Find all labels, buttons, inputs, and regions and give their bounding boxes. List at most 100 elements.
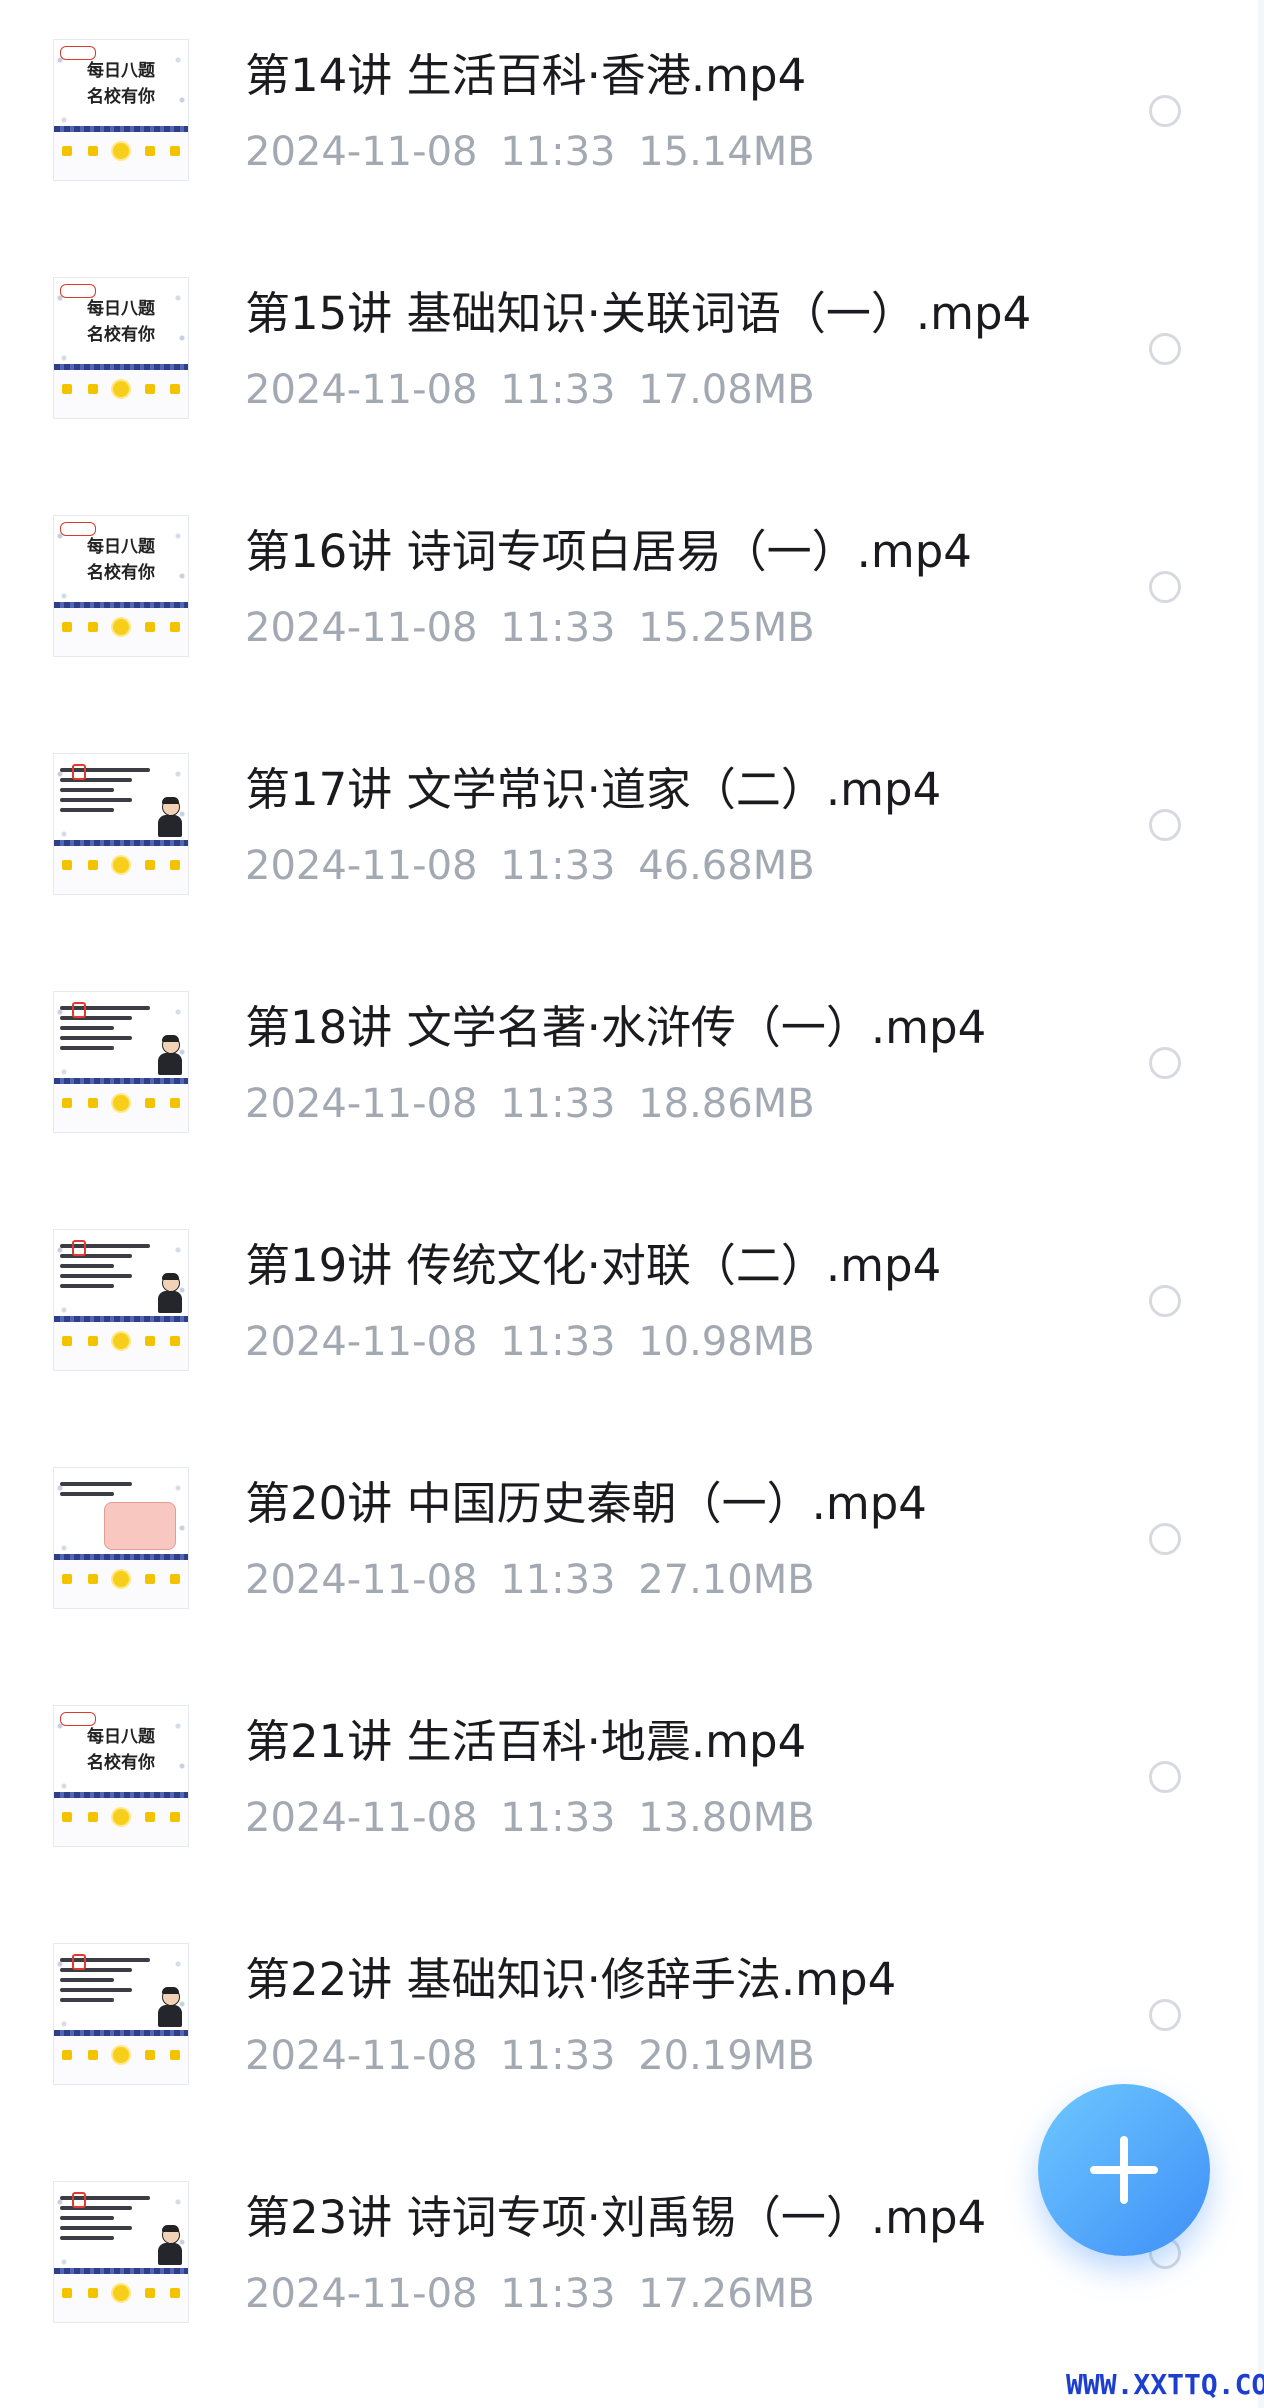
file-name: 第17讲 文学常识·道家（二）.mp4 (245, 763, 942, 816)
file-size: 18.86MB (638, 1081, 815, 1127)
file-time: 11:33 (500, 367, 616, 413)
file-time: 11:33 (500, 843, 616, 889)
thumbnail-headline: 每日八题 (87, 1727, 155, 1747)
file-time: 11:33 (500, 1319, 616, 1365)
select-radio[interactable] (1149, 95, 1181, 127)
file-date: 2024-11-08 (245, 843, 478, 889)
file-name: 第19讲 传统文化·对联（二）.mp4 (245, 1239, 942, 1292)
answer-mark-icon (72, 1240, 86, 1256)
file-size: 27.10MB (638, 1557, 815, 1603)
select-radio[interactable] (1149, 333, 1181, 365)
video-thumbnail (54, 1944, 188, 2084)
file-date: 2024-11-08 (245, 2271, 478, 2317)
thumbnail-headline: 每日八题 (87, 537, 155, 557)
file-name: 第23讲 诗词专项·刘禹锡（一）.mp4 (245, 2191, 987, 2244)
thumbnail-toolbar (54, 846, 188, 894)
select-radio[interactable] (1149, 809, 1181, 841)
teacher-avatar-icon (158, 1987, 182, 2028)
thumbnail-subheadline: 名校有你 (87, 325, 155, 345)
file-row[interactable]: 每日八题名校有你 第21讲 生活百科·地震.mp4 2024-11-08 11:33… (0, 1666, 1264, 1904)
answer-mark-icon (72, 2192, 86, 2208)
file-meta: 2024-11-08 11:33 10.98MB (245, 1316, 815, 1368)
file-meta: 2024-11-08 11:33 17.08MB (245, 364, 815, 416)
thumbnail-toolbar (54, 1084, 188, 1132)
file-size: 20.19MB (638, 2033, 815, 2079)
file-row[interactable]: 每日八题名校有你 第15讲 基础知识·关联词语（一）.mp4 2024-11-08 … (0, 238, 1264, 476)
video-thumbnail (54, 1468, 188, 1608)
teacher-avatar-icon (158, 1035, 182, 1076)
file-time: 11:33 (500, 2033, 616, 2079)
file-list: 每日八题 名校有你 第14讲 生活百科·香港.mp4 2024-11-08 11:33… (0, 0, 1264, 2408)
file-time: 11:33 (500, 605, 616, 651)
video-thumbnail (54, 754, 188, 894)
thumbnail-subheadline: 名校有你 (87, 87, 155, 107)
video-thumbnail: 每日八题 名校有你 (54, 516, 188, 656)
file-name: 第14讲 生活百科·香港.mp4 (245, 49, 807, 102)
select-radio[interactable] (1149, 1047, 1181, 1079)
select-radio[interactable] (1149, 1285, 1181, 1317)
file-meta: 2024-11-08 11:33 17.26MB (245, 2268, 815, 2320)
file-time: 11:33 (500, 2271, 616, 2317)
file-date: 2024-11-08 (245, 1319, 478, 1365)
file-meta: 2024-11-08 11:33 46.68MB (245, 840, 815, 892)
file-name: 第21讲 生活百科·地震.mp4 (245, 1715, 807, 1768)
scroll-edge (1258, 0, 1264, 2408)
thumbnail-toolbar (54, 2274, 188, 2322)
thumbnail-subheadline: 名校有你 (87, 1753, 155, 1773)
logo-badge (60, 522, 96, 536)
select-radio[interactable] (1149, 1999, 1181, 2031)
file-row[interactable]: 第20讲 中国历史秦朝（一）.mp4 2024-11-08 11:33 27.10… (0, 1428, 1264, 1666)
file-time: 11:33 (500, 129, 616, 175)
thumbnail-toolbar (54, 1560, 188, 1608)
file-meta: 2024-11-08 11:33 13.80MB (245, 1792, 815, 1844)
video-thumbnail (54, 1230, 188, 1370)
video-thumbnail: 每日八题 名校有你 (54, 40, 188, 180)
thumbnail-toolbar (54, 132, 188, 180)
file-row[interactable]: 第17讲 文学常识·道家（二）.mp4 2024-11-08 11:33 46.6… (0, 714, 1264, 952)
answer-mark-icon (72, 764, 86, 780)
file-time: 11:33 (500, 1081, 616, 1127)
thumbnail-headline: 每日八题 (87, 61, 155, 81)
file-name: 第22讲 基础知识·修辞手法.mp4 (245, 1953, 897, 2006)
select-radio[interactable] (1149, 571, 1181, 603)
file-row[interactable]: 第18讲 文学名著·水浒传（一）.mp4 2024-11-08 11:33 18.… (0, 952, 1264, 1190)
thumbnail-subheadline: 名校有你 (87, 563, 155, 583)
thumbnail-toolbar (54, 608, 188, 656)
file-size: 13.80MB (638, 1795, 815, 1841)
file-row[interactable]: 每日八题名校有你 第14讲 生活百科·香港.mp4 2024-11-08 11:33… (0, 0, 1264, 238)
file-size: 17.08MB (638, 367, 815, 413)
file-row[interactable]: 第19讲 传统文化·对联（二）.mp4 2024-11-08 11:33 10.9… (0, 1190, 1264, 1428)
teacher-avatar-icon (158, 797, 182, 838)
file-name: 第15讲 基础知识·关联词语（一）.mp4 (245, 287, 1032, 340)
video-thumbnail (54, 992, 188, 1132)
add-button[interactable] (1038, 2084, 1210, 2256)
plus-icon (1090, 2136, 1158, 2204)
answer-mark-icon (72, 1002, 86, 1018)
file-row[interactable]: 每日八题名校有你 第16讲 诗词专项白居易（一）.mp4 2024-11-08 11… (0, 476, 1264, 714)
file-size: 10.98MB (638, 1319, 815, 1365)
file-name: 第16讲 诗词专项白居易（一）.mp4 (245, 525, 972, 578)
file-meta: 2024-11-08 11:33 15.25MB (245, 602, 815, 654)
file-date: 2024-11-08 (245, 1557, 478, 1603)
video-thumbnail: 每日八题 名校有你 (54, 1706, 188, 1846)
file-name: 第20讲 中国历史秦朝（一）.mp4 (245, 1477, 927, 1530)
file-date: 2024-11-08 (245, 367, 478, 413)
file-date: 2024-11-08 (245, 129, 478, 175)
thumbnail-toolbar (54, 1798, 188, 1846)
file-date: 2024-11-08 (245, 1795, 478, 1841)
thumbnail-toolbar (54, 2036, 188, 2084)
file-size: 15.14MB (638, 129, 815, 175)
answer-mark-icon (72, 1954, 86, 1970)
logo-badge (60, 1712, 96, 1726)
select-radio[interactable] (1149, 1523, 1181, 1555)
logo-badge (60, 284, 96, 298)
file-size: 17.26MB (638, 2271, 815, 2317)
file-time: 11:33 (500, 1557, 616, 1603)
file-size: 15.25MB (638, 605, 815, 651)
question-text-lines (60, 1482, 150, 1502)
select-radio[interactable] (1149, 1761, 1181, 1793)
file-name: 第18讲 文学名著·水浒传（一）.mp4 (245, 1001, 987, 1054)
file-date: 2024-11-08 (245, 2033, 478, 2079)
file-date: 2024-11-08 (245, 605, 478, 651)
thumbnail-headline: 每日八题 (87, 299, 155, 319)
